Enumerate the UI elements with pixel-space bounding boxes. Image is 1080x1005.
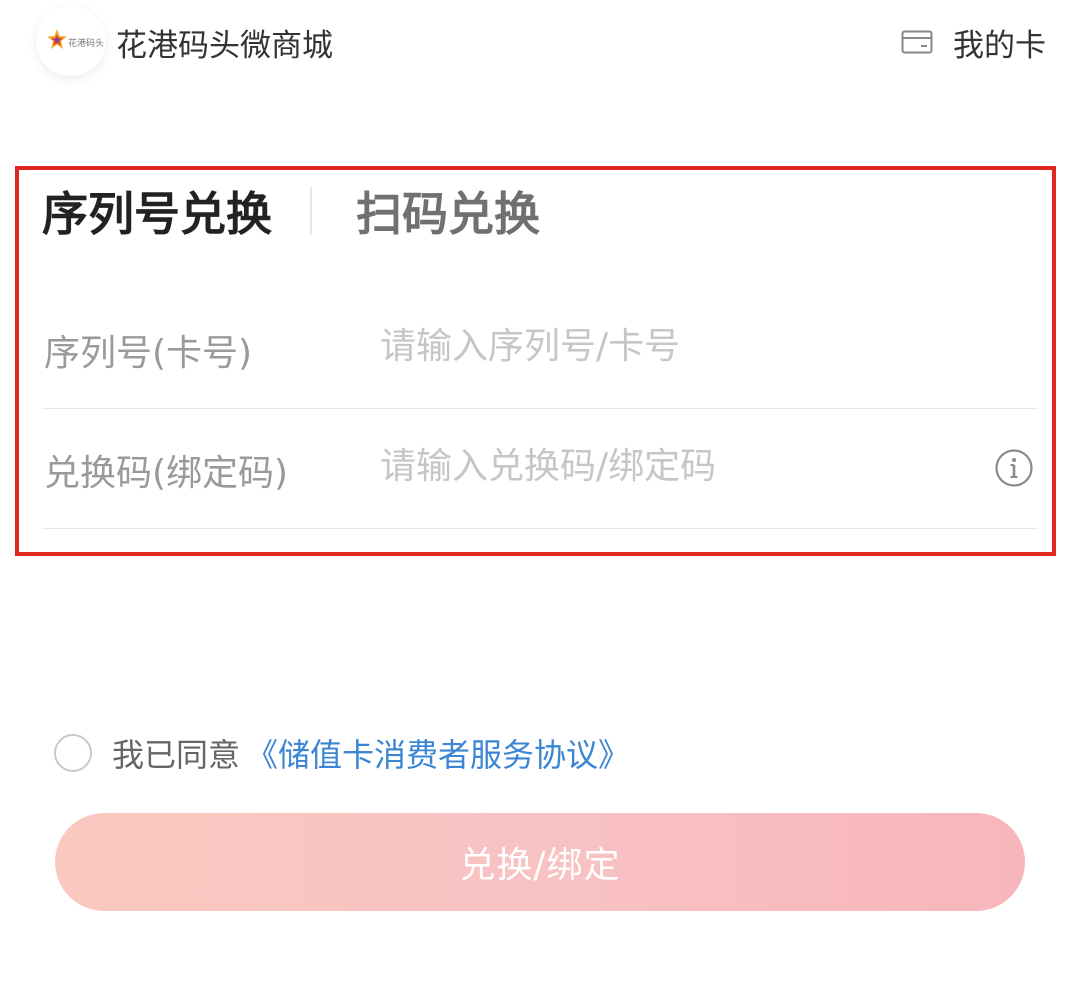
serial-input[interactable] [380, 318, 940, 374]
agree-text: 我已同意 [112, 736, 241, 774]
tab-divider [310, 187, 312, 235]
tab-scan-redeem[interactable]: 扫码兑换 [356, 178, 540, 244]
serial-label: 序列号(卡号) [44, 333, 253, 374]
agreement-link[interactable]: 《储值卡消费者服务协议》 [246, 730, 630, 776]
code-row: 兑换码(绑定码) [42, 408, 1038, 529]
header: 花港码头 花港码头微商城 我的卡 [0, 0, 1080, 100]
shop-logo[interactable]: 花港码头 [36, 6, 106, 76]
my-card-button[interactable]: 我的卡 [901, 20, 1046, 64]
card-icon [901, 30, 933, 54]
agree-radio[interactable] [54, 734, 92, 772]
shop-name: 花港码头微商城 [116, 28, 333, 64]
my-card-label: 我的卡 [953, 27, 1046, 64]
agreement: 我已同意 《储值卡消费者服务协议》 [54, 728, 630, 778]
info-icon[interactable] [994, 448, 1034, 488]
tab-serial-redeem[interactable]: 序列号兑换 [42, 178, 272, 244]
serial-row: 序列号(卡号) [42, 288, 1038, 409]
code-label: 兑换码(绑定码) [44, 453, 289, 494]
redeem-tabs: 序列号兑换 扫码兑换 [42, 178, 540, 244]
code-input[interactable] [380, 438, 940, 494]
redeem-bind-button[interactable]: 兑换/绑定 [55, 813, 1025, 911]
flower-logo-icon [47, 29, 67, 49]
logo-text: 花港码头 [68, 39, 105, 49]
